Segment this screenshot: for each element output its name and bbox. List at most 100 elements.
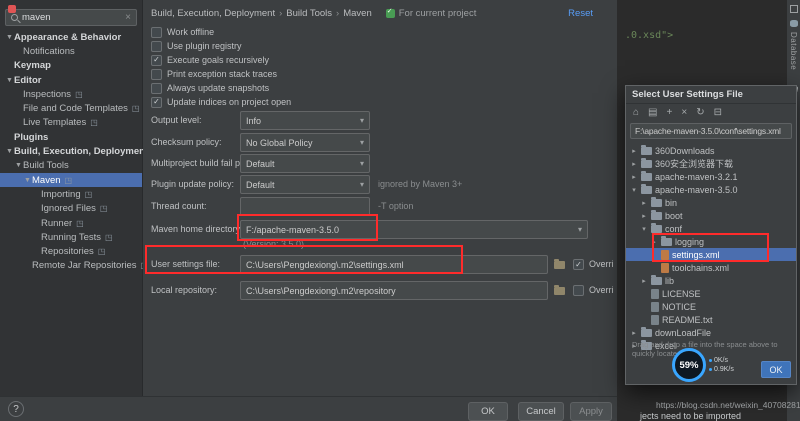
maven-home-value: F:/apache-maven-3.5.0 bbox=[246, 224, 340, 235]
option-always-update-snapshots[interactable]: Always update snapshots bbox=[151, 82, 269, 94]
dropdown[interactable]: Default ▾ bbox=[240, 175, 370, 194]
sidebar-item-file-and-code-templates[interactable]: File and Code Templates ◳ bbox=[0, 101, 142, 115]
dropdown[interactable]: Info ▾ bbox=[240, 111, 370, 130]
tree-arrow-icon[interactable]: ▾ bbox=[640, 225, 648, 233]
tree-arrow-icon[interactable]: ▸ bbox=[630, 329, 638, 337]
folder-icon bbox=[641, 158, 652, 168]
tree-arrow-icon[interactable]: ▸ bbox=[640, 212, 648, 220]
apply-button[interactable]: Apply bbox=[570, 402, 612, 421]
override-checkbox[interactable]: ✓ bbox=[573, 259, 584, 270]
delete-icon[interactable]: × bbox=[681, 108, 687, 118]
tree-arrow-icon[interactable]: ▸ bbox=[640, 199, 648, 207]
option-print-exception-stack-traces[interactable]: Print exception stack traces bbox=[151, 68, 277, 80]
tree-item-label: settings.xml bbox=[672, 249, 720, 260]
sidebar-item-editor[interactable]: ▼ Editor bbox=[0, 73, 142, 87]
tree-item-bin[interactable]: ▸ bin bbox=[626, 196, 796, 209]
local-repository-row: Local repository: C:\Users\Pengdexiong\.… bbox=[151, 281, 617, 300]
checkbox[interactable] bbox=[151, 68, 162, 80]
tree-item-settings-xml[interactable]: settings.xml bbox=[626, 248, 796, 261]
maven-home-combo[interactable]: F:/apache-maven-3.5.0 ▾ bbox=[240, 220, 588, 239]
sidebar-item-plugins[interactable]: Plugins bbox=[0, 130, 142, 144]
tree-arrow-icon[interactable]: ▼ bbox=[5, 34, 14, 41]
tree-item-boot[interactable]: ▸ boot bbox=[626, 209, 796, 222]
tree-item-apache-maven-3-5-0[interactable]: ▾ apache-maven-3.5.0 bbox=[626, 183, 796, 196]
tree-item-conf[interactable]: ▾ conf bbox=[626, 222, 796, 235]
tree-item-logging[interactable]: ▸ logging bbox=[626, 235, 796, 248]
tree-arrow-icon[interactable]: ▼ bbox=[5, 148, 14, 155]
local-repository-input[interactable]: C:\Users\Pengdexiong\.m2\repository bbox=[240, 281, 548, 300]
tree-item-notice[interactable]: NOTICE bbox=[626, 300, 796, 313]
tree-arrow-icon[interactable]: ▾ bbox=[630, 186, 638, 194]
checkbox[interactable]: ✓ bbox=[151, 54, 162, 66]
browse-folder-icon[interactable] bbox=[552, 257, 568, 271]
tree-arrow-icon[interactable]: ▸ bbox=[630, 160, 638, 168]
tree-arrow-icon[interactable]: ▼ bbox=[23, 177, 32, 184]
ok-button[interactable]: OK bbox=[468, 402, 508, 421]
dialog-ok-button[interactable]: OK bbox=[761, 361, 791, 378]
tree-item-downloadfile[interactable]: ▸ downLoadFile bbox=[626, 326, 796, 339]
sidebar-item-keymap[interactable]: Keymap bbox=[0, 59, 142, 73]
clear-search-icon[interactable]: × bbox=[125, 12, 131, 23]
text-input[interactable] bbox=[240, 197, 370, 216]
tree-arrow-icon[interactable]: ▸ bbox=[630, 147, 638, 155]
home-icon[interactable]: ⌂ bbox=[633, 108, 639, 118]
tree-item-toolchains-xml[interactable]: toolchains.xml bbox=[626, 261, 796, 274]
tree-item-360downloads[interactable]: ▸ 360Downloads bbox=[626, 144, 796, 157]
checkbox[interactable] bbox=[151, 40, 162, 52]
cancel-button[interactable]: Cancel bbox=[518, 402, 564, 421]
new-folder-icon[interactable]: + bbox=[667, 108, 673, 118]
tree-item-360[interactable]: ▸ 360安全浏览器下载 bbox=[626, 157, 796, 170]
tree-arrow-icon[interactable]: ▼ bbox=[14, 162, 23, 169]
option-use-plugin-registry[interactable]: Use plugin registry bbox=[151, 40, 242, 52]
tree-item-license[interactable]: LICENSE bbox=[626, 287, 796, 300]
sidebar-item-maven[interactable]: ▼ Maven ◳ bbox=[0, 172, 142, 188]
tree-arrow-icon[interactable]: ▸ bbox=[640, 277, 648, 285]
desktop-icon[interactable]: ▤ bbox=[648, 108, 657, 118]
sidebar-item-remote-jar-repositories[interactable]: Remote Jar Repositories◳ bbox=[0, 259, 148, 273]
chevron-down-icon: ▾ bbox=[577, 225, 582, 234]
option-execute-goals-recursively[interactable]: ✓ Execute goals recursively bbox=[151, 54, 269, 66]
sidebar-item-repositories[interactable]: Repositories ◳ bbox=[0, 244, 142, 258]
user-settings-input[interactable]: C:\Users\Pengdexiong\.m2\settings.xml bbox=[240, 255, 548, 274]
tree-item-apache-maven-3-2-1[interactable]: ▸ apache-maven-3.2.1 bbox=[626, 170, 796, 183]
sidebar-item-importing[interactable]: Importing ◳ bbox=[0, 187, 142, 201]
sidebar-item-runner[interactable]: Runner ◳ bbox=[0, 216, 142, 230]
override-checkbox[interactable] bbox=[573, 285, 584, 296]
checkbox[interactable]: ✓ bbox=[151, 96, 162, 108]
user-settings-value: C:\Users\Pengdexiong\.m2\settings.xml bbox=[246, 259, 404, 270]
breadcrumb-item[interactable]: Maven bbox=[343, 8, 372, 19]
sidebar-item-inspections[interactable]: Inspections ◳ bbox=[0, 87, 142, 101]
code-text: .0.xsd"> bbox=[625, 30, 674, 41]
option-update-indices-on-project-open[interactable]: ✓ Update indices on project open bbox=[151, 96, 291, 108]
breadcrumb-item[interactable]: Build, Execution, Deployment bbox=[151, 8, 275, 19]
tree-arrow-icon[interactable]: ▸ bbox=[630, 173, 638, 181]
checkbox[interactable] bbox=[151, 82, 162, 94]
tree-arrow-icon[interactable]: ▼ bbox=[5, 77, 14, 84]
sidebar-item-build-tools[interactable]: ▼ Build Tools bbox=[0, 159, 142, 173]
sidebar-item-appearance-behavior[interactable]: ▼ Appearance & Behavior bbox=[0, 30, 142, 44]
settings-search-input[interactable]: maven × bbox=[5, 9, 137, 26]
dropdown[interactable]: No Global Policy ▾ bbox=[240, 133, 370, 152]
tree-arrow-icon[interactable]: ▸ bbox=[650, 238, 658, 246]
tree-item-lib[interactable]: ▸ lib bbox=[626, 274, 796, 287]
browse-folder-icon[interactable] bbox=[552, 283, 568, 297]
reset-link[interactable]: Reset bbox=[568, 8, 593, 19]
download-speed: 0.9K/s bbox=[714, 366, 734, 373]
refresh-icon[interactable]: ↻ bbox=[696, 108, 704, 118]
folder-icon bbox=[641, 171, 652, 181]
path-field[interactable]: F:\apache-maven-3.5.0\conf\settings.xml bbox=[630, 123, 792, 139]
sidebar-item-build-execution-deployment[interactable]: ▼ Build, Execution, Deployment bbox=[0, 144, 148, 158]
breadcrumb-item[interactable]: Build Tools bbox=[286, 8, 332, 19]
help-button[interactable]: ? bbox=[8, 401, 24, 417]
hide-path-icon[interactable]: ⊟ bbox=[714, 108, 722, 118]
database-tab[interactable]: Database bbox=[789, 32, 798, 70]
sidebar-item-ignored-files[interactable]: Ignored Files ◳ bbox=[0, 202, 142, 216]
sidebar-item-running-tests[interactable]: Running Tests ◳ bbox=[0, 230, 142, 244]
sidebar-item-notifications[interactable]: Notifications bbox=[0, 44, 142, 58]
toolwindow-icon[interactable] bbox=[790, 5, 798, 13]
checkbox[interactable] bbox=[151, 26, 162, 38]
option-work-offline[interactable]: Work offline bbox=[151, 26, 214, 38]
tree-item-readme-txt[interactable]: README.txt bbox=[626, 313, 796, 326]
dropdown[interactable]: Default ▾ bbox=[240, 154, 370, 173]
sidebar-item-live-templates[interactable]: Live Templates ◳ bbox=[0, 116, 142, 130]
